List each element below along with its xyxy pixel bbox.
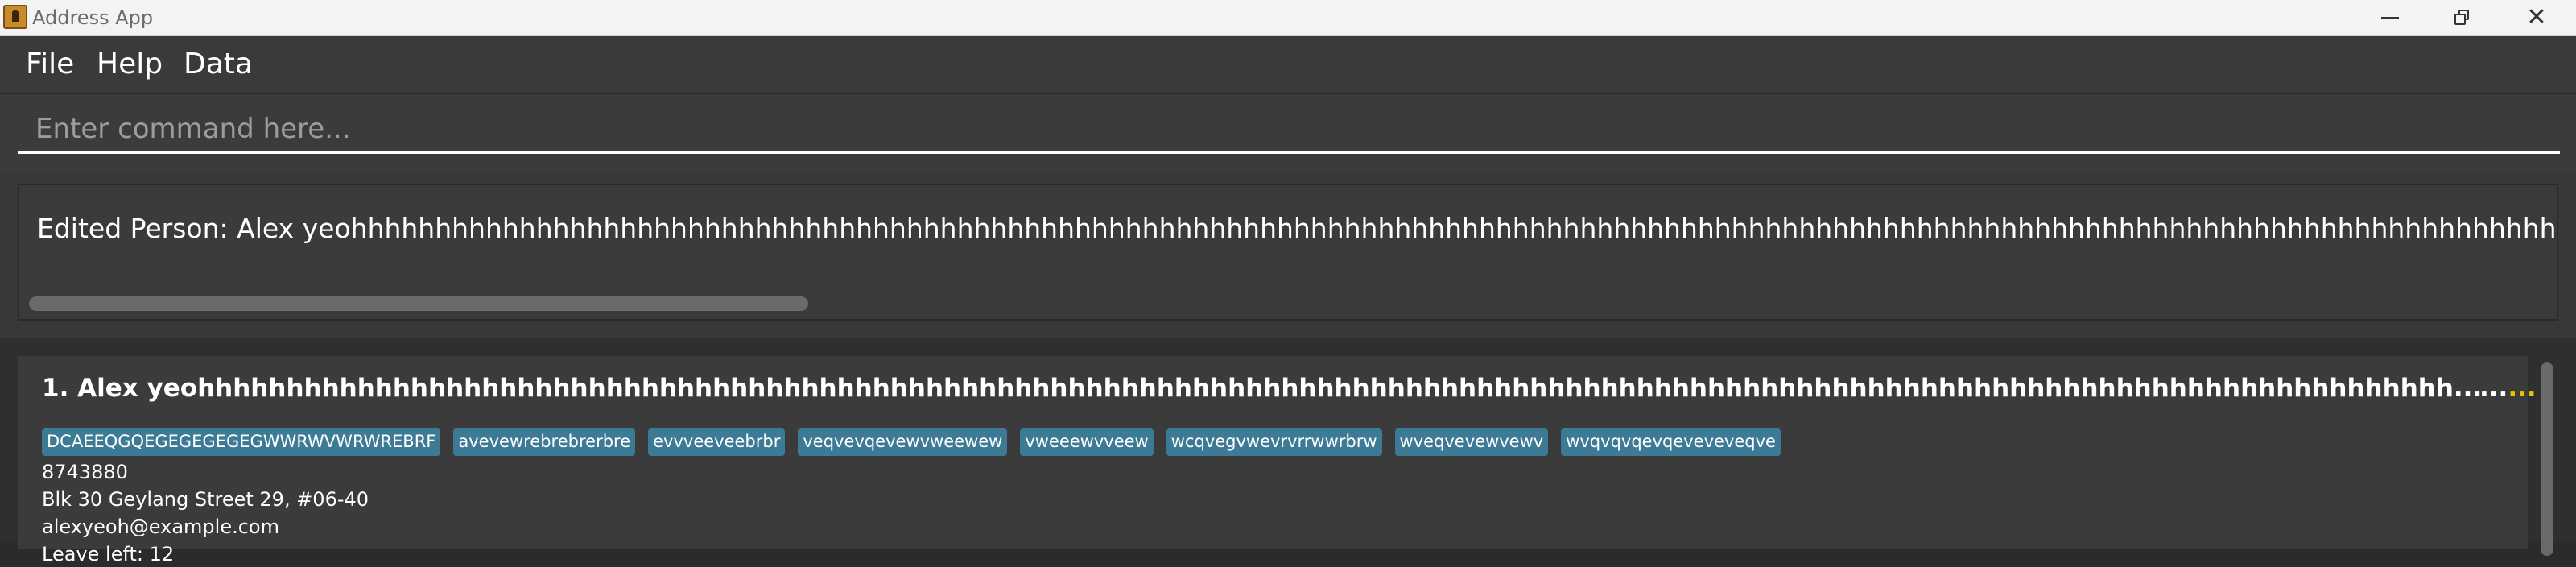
command-box-area: [0, 94, 2576, 172]
window-title: Address App: [32, 6, 154, 29]
minimize-icon: [2381, 17, 2399, 19]
person-leave: Leave left: 12: [42, 543, 175, 565]
tag-label: vweeewvveew: [1020, 428, 1154, 456]
menu-bar: File Help Data: [0, 36, 2576, 94]
close-button[interactable]: ✕: [2500, 0, 2573, 35]
menu-data[interactable]: Data: [184, 46, 253, 83]
tag-label: veqvevqevewvweewew: [798, 428, 1008, 456]
result-message: Edited Person: Alex yeohhhhhhhhhhhhhhhhh…: [37, 213, 2557, 244]
person-tags: DCAEEQGQEGEGEGEGEGWWRWVWRWREBRF avevewre…: [42, 428, 1781, 456]
tag-label: wcqvegvwevrvrrwwrbrw: [1166, 428, 1382, 456]
command-input[interactable]: [18, 106, 2560, 154]
tag-label: DCAEEQGQEGEGEGEGEGWWRWVWRWREBRF: [42, 428, 441, 456]
result-display: Edited Person: Alex yeohhhhhhhhhhhhhhhhh…: [18, 184, 2558, 321]
menu-file[interactable]: File: [26, 46, 74, 83]
tag-label: evvveeveebrbr: [648, 428, 786, 456]
list-vertical-scrollbar[interactable]: [2541, 362, 2553, 556]
app-icon: [3, 5, 27, 29]
person-list: 1. Alex yeohhhhhhhhhhhhhhhhhhhhhhhhhhhhh…: [0, 338, 2576, 565]
person-phone: 8743880: [42, 461, 128, 483]
person-name: 1. Alex yeohhhhhhhhhhhhhhhhhhhhhhhhhhhhh…: [42, 374, 2483, 403]
window-titlebar: Address App ✕: [0, 0, 2576, 36]
tag-label: wvqvqvqevqeveveveqve: [1561, 428, 1781, 456]
tag-label: avevewrebrebrerbre: [453, 428, 636, 456]
close-icon: ✕: [2526, 3, 2547, 31]
person-email: alexyeoh@example.com: [42, 515, 279, 538]
restore-button[interactable]: [2426, 0, 2499, 35]
name-overflow-ellipsis: ......: [2479, 374, 2537, 403]
name-overflow-accent: ...: [2508, 374, 2537, 403]
person-address: Blk 30 Geylang Street 29, #06-40: [42, 488, 369, 511]
result-horizontal-scrollbar[interactable]: [29, 296, 808, 311]
result-display-area: Edited Person: Alex yeohhhhhhhhhhhhhhhhh…: [0, 172, 2576, 338]
menu-help[interactable]: Help: [97, 46, 163, 83]
minimize-button[interactable]: [2354, 0, 2426, 35]
restore-icon: [2454, 10, 2471, 26]
person-card[interactable]: 1. Alex yeohhhhhhhhhhhhhhhhhhhhhhhhhhhhh…: [18, 356, 2537, 565]
tag-label: wveqvevewvewv: [1394, 428, 1549, 456]
